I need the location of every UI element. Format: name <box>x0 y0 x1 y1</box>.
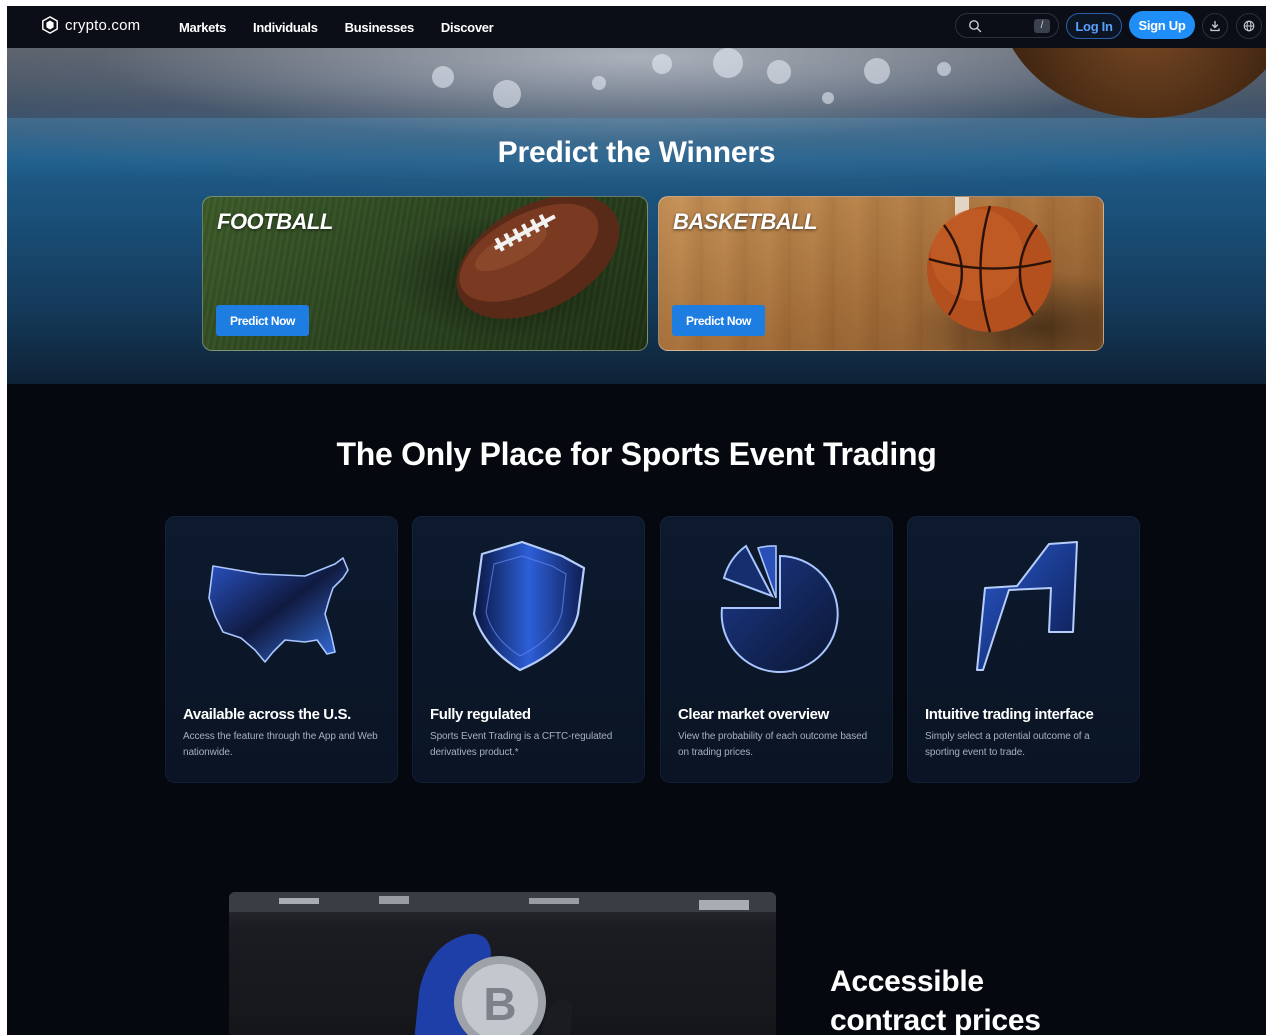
heading-line-1: Accessible <box>830 965 984 998</box>
football-card-label: FOOTBALL <box>217 209 333 234</box>
feature-description: Sports Event Trading is a CFTC-regulated… <box>430 731 613 758</box>
basketball-card[interactable]: BASKETBALL Predict Now <box>658 196 1104 351</box>
search-input[interactable] <box>986 17 1026 35</box>
lightning-icon <box>976 541 1078 671</box>
feature-title: Fully regulated <box>430 706 531 723</box>
features-section-title: The Only Place for Sports Event Trading <box>336 436 937 472</box>
nav-link-individuals[interactable]: Individuals <box>253 20 318 35</box>
heading-line-2: contract prices <box>830 1004 1041 1035</box>
login-button[interactable]: Log In <box>1066 13 1122 39</box>
hero-section: Predict the Winners FOOTBALL Predict Now… <box>7 48 1266 384</box>
bokeh-light <box>592 76 606 90</box>
page: crypto.com Markets Individuals Businesse… <box>7 6 1266 1035</box>
signup-button[interactable]: Sign Up <box>1129 11 1195 39</box>
feature-title: Intuitive trading interface <box>925 706 1094 723</box>
language-button[interactable] <box>1236 13 1262 39</box>
bokeh-light <box>652 54 672 74</box>
bokeh-light <box>864 58 890 84</box>
feature-description: View the probability of each outcome bas… <box>678 731 868 758</box>
logo-text: crypto.com <box>65 16 141 34</box>
bitcoin-glove-photo: B <box>229 892 776 1035</box>
feature-card-market-overview: Clear market overview View the probabili… <box>660 516 893 783</box>
accessible-prices-heading: Accessible contract prices <box>830 962 1041 1035</box>
usa-map-icon <box>208 557 349 663</box>
bitcoin-coin-image: B <box>229 892 776 1035</box>
feature-title: Available across the U.S. <box>183 706 351 723</box>
hero-title: Predict the Winners <box>497 136 776 169</box>
search-box[interactable]: / <box>955 13 1059 38</box>
feature-card-regulated: Fully regulated Sports Event Trading is … <box>412 516 645 783</box>
svg-text:B: B <box>483 978 516 1030</box>
pie-chart-icon <box>720 544 839 673</box>
search-shortcut-key: / <box>1034 19 1050 33</box>
feature-description: Access the feature through the App and W… <box>183 731 378 758</box>
feature-description: Simply select a potential outcome of a s… <box>925 731 1090 758</box>
shield-icon <box>472 540 586 672</box>
bokeh-light <box>822 92 834 104</box>
nav-link-discover[interactable]: Discover <box>441 20 494 35</box>
bokeh-light <box>493 80 521 108</box>
basketball-card-label: BASKETBALL <box>673 209 818 234</box>
nav-link-businesses[interactable]: Businesses <box>345 20 415 35</box>
feature-title: Clear market overview <box>678 706 829 723</box>
nav-link-markets[interactable]: Markets <box>179 20 226 35</box>
crypto-logo-icon <box>42 16 58 34</box>
football-card[interactable]: FOOTBALL Predict Now <box>202 196 648 351</box>
bokeh-light <box>713 48 743 78</box>
football-predict-now-button[interactable]: Predict Now <box>216 305 309 336</box>
bokeh-light <box>937 62 951 76</box>
top-navbar: crypto.com Markets Individuals Businesse… <box>7 6 1266 48</box>
main-nav: Markets Individuals Businesses Discover <box>179 6 520 48</box>
globe-icon <box>1243 20 1255 32</box>
logo[interactable]: crypto.com <box>41 16 140 34</box>
feature-card-availability: Available across the U.S. Access the fea… <box>165 516 398 783</box>
basketball-predict-now-button[interactable]: Predict Now <box>672 305 765 336</box>
download-button[interactable] <box>1202 13 1228 39</box>
feature-card-trading-interface: Intuitive trading interface Simply selec… <box>907 516 1140 783</box>
hero-basketball-image <box>997 48 1266 118</box>
search-icon <box>969 20 982 33</box>
bokeh-light <box>432 66 454 88</box>
download-icon <box>1210 20 1220 32</box>
bokeh-light <box>767 60 791 84</box>
